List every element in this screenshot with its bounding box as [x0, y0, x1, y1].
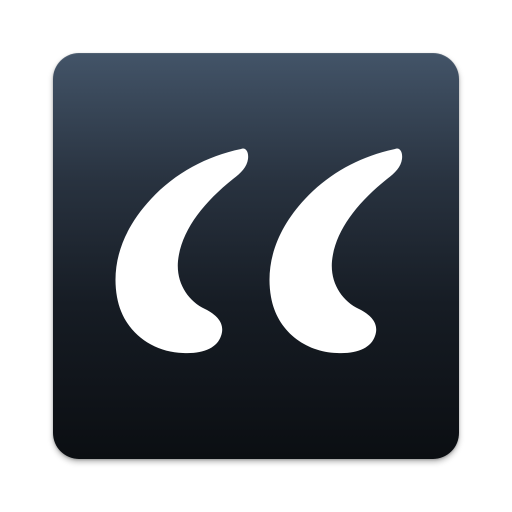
right-quote-mark — [269, 148, 403, 354]
app-icon[interactable] — [53, 53, 459, 459]
quotation-marks-icon — [115, 148, 403, 354]
left-quote-mark — [115, 148, 249, 354]
icon-canvas — [0, 0, 512, 512]
